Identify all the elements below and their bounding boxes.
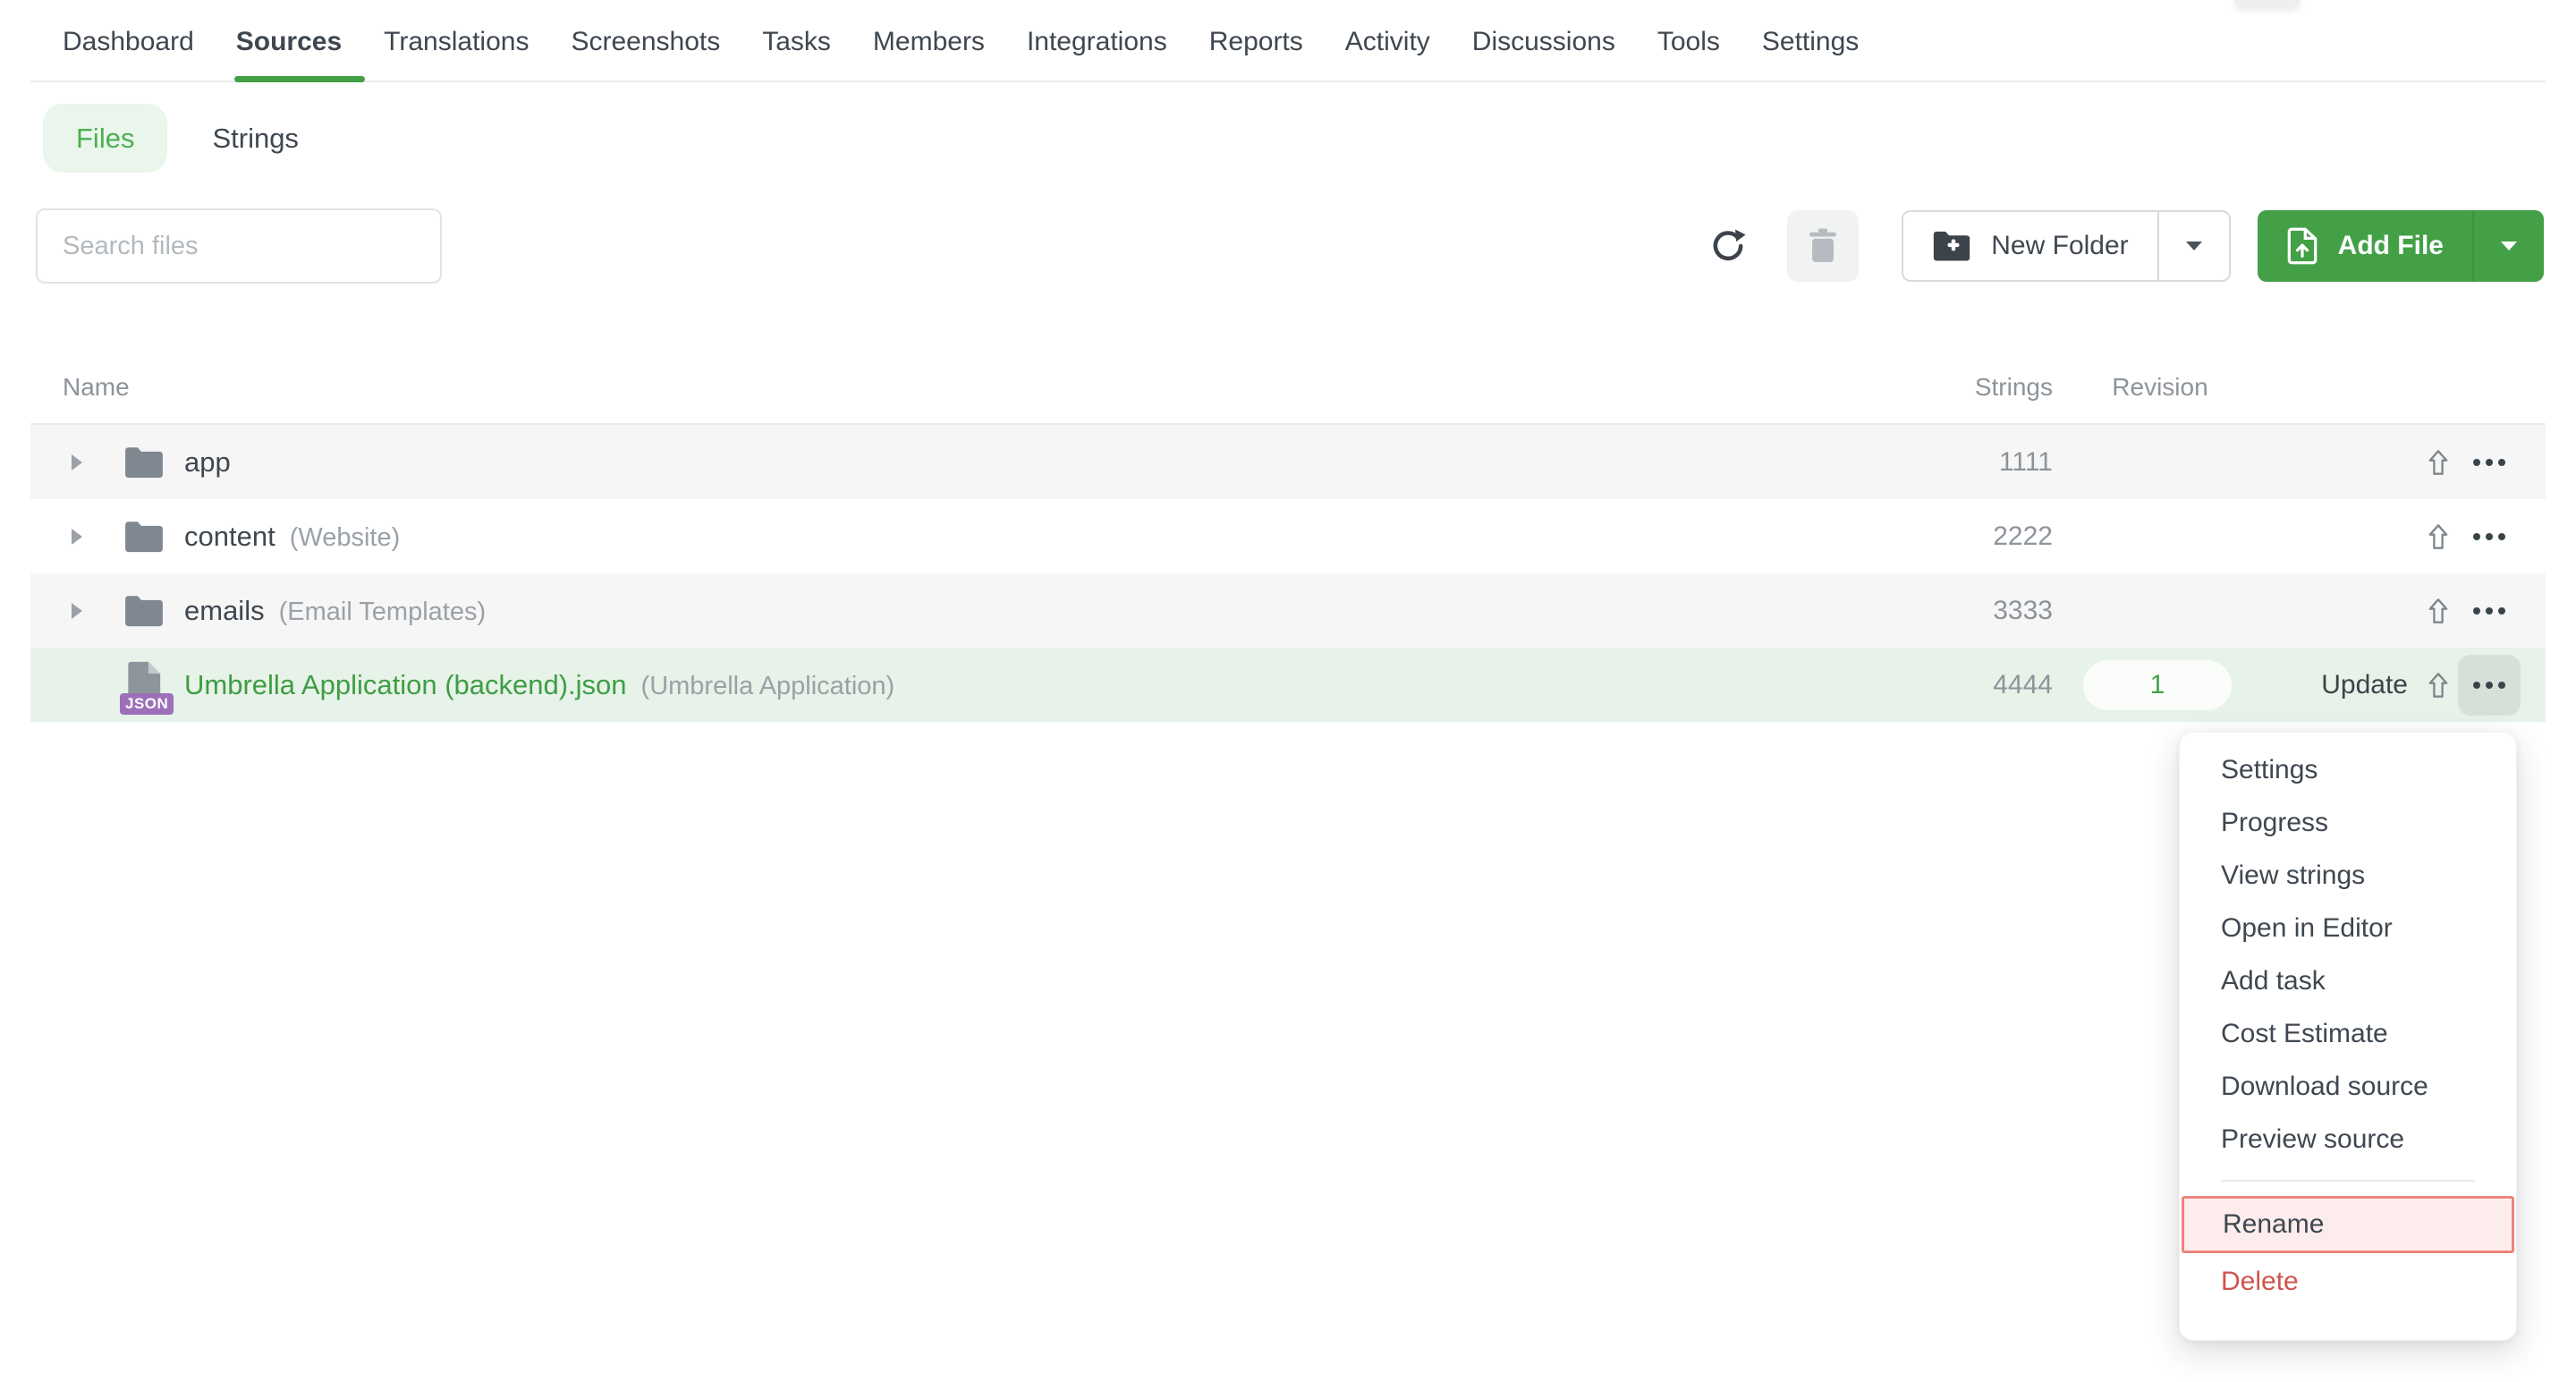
nav-screenshots[interactable]: Screenshots <box>571 27 720 81</box>
dot <box>2498 682 2505 689</box>
folder-icon <box>123 445 165 479</box>
nav-activity[interactable]: Activity <box>1345 27 1430 81</box>
files-table: Name Strings Revision app 1111 <box>30 373 2546 722</box>
table-row-emails[interactable]: emails (Email Templates) 3333 <box>30 573 2546 648</box>
menu-item-download-source[interactable]: Download source <box>2180 1060 2516 1113</box>
nav-reports[interactable]: Reports <box>1209 27 1303 81</box>
delete-selected-button[interactable] <box>1787 210 1859 282</box>
revision-badge[interactable]: 1 <box>2083 660 2232 710</box>
folder-name[interactable]: emails <box>184 595 265 627</box>
toolbar-actions: New Folder Add File <box>1708 210 2544 282</box>
new-folder-button[interactable]: New Folder <box>1903 212 2157 280</box>
folder-icon <box>123 520 165 554</box>
nav-members[interactable]: Members <box>873 27 985 81</box>
dot <box>2486 459 2493 466</box>
nav-integrations[interactable]: Integrations <box>1027 27 1167 81</box>
row-menu-button-active[interactable] <box>2458 655 2521 716</box>
add-file-dropdown-button[interactable] <box>2474 210 2544 282</box>
json-file-icon: JSON <box>125 661 172 709</box>
upload-icon[interactable] <box>2428 598 2449 624</box>
menu-item-progress[interactable]: Progress <box>2180 796 2516 849</box>
dot <box>2473 459 2480 466</box>
new-folder-split-button: New Folder <box>1902 210 2230 282</box>
row-menu-button[interactable] <box>2458 432 2521 493</box>
nav-discussions[interactable]: Discussions <box>1472 27 1615 81</box>
nav-translations[interactable]: Translations <box>384 27 529 81</box>
toolbar: New Folder Add File <box>36 208 2544 284</box>
refresh-button[interactable] <box>1708 226 1748 266</box>
add-file-button[interactable]: Add File <box>2258 210 2472 282</box>
clipped-top-element <box>2234 0 2301 7</box>
new-folder-icon <box>1932 229 1971 263</box>
dot <box>2473 682 2480 689</box>
nav-dashboard[interactable]: Dashboard <box>63 27 194 81</box>
file-note: (Umbrella Application) <box>641 672 895 701</box>
refresh-icon <box>1709 227 1747 265</box>
dot <box>2473 533 2480 540</box>
new-folder-label: New Folder <box>1991 231 2128 261</box>
file-context-menu: Settings Progress View strings Open in E… <box>2179 732 2517 1341</box>
row-menu-button[interactable] <box>2458 581 2521 641</box>
dot <box>2486 682 2493 689</box>
nav-settings[interactable]: Settings <box>1762 27 1859 81</box>
expand-caret-icon[interactable] <box>72 529 82 545</box>
row-menu-button[interactable] <box>2458 506 2521 567</box>
sources-files-page: Dashboard Sources Translations Screensho… <box>0 0 2576 1382</box>
table-row-app[interactable]: app 1111 <box>30 425 2546 499</box>
strings-count: 3333 <box>1993 596 2053 626</box>
menu-divider <box>2221 1180 2475 1182</box>
menu-item-delete[interactable]: Delete <box>2180 1255 2516 1308</box>
table-row-umbrella-json[interactable]: JSON Umbrella Application (backend).json… <box>30 648 2546 722</box>
file-name-link[interactable]: Umbrella Application (backend).json <box>184 669 627 701</box>
expand-caret-icon[interactable] <box>72 454 82 471</box>
update-link[interactable]: Update <box>2321 670 2408 700</box>
new-folder-dropdown-button[interactable] <box>2159 212 2229 280</box>
menu-item-preview-source[interactable]: Preview source <box>2180 1113 2516 1166</box>
add-file-label: Add File <box>2338 231 2444 261</box>
add-file-split-button: Add File <box>2258 210 2544 282</box>
folder-note: (Website) <box>290 523 401 553</box>
nav-sources[interactable]: Sources <box>236 27 342 81</box>
dot <box>2486 533 2493 540</box>
menu-item-settings[interactable]: Settings <box>2180 743 2516 796</box>
folder-name[interactable]: app <box>184 446 231 479</box>
table-row-content[interactable]: content (Website) 2222 <box>30 499 2546 573</box>
upload-icon[interactable] <box>2428 449 2449 476</box>
folder-note: (Email Templates) <box>279 598 487 627</box>
nav-tasks[interactable]: Tasks <box>762 27 831 81</box>
tab-strings[interactable]: Strings <box>212 123 298 155</box>
upload-icon[interactable] <box>2428 523 2449 550</box>
view-tabs: Files Strings <box>43 104 2576 173</box>
dot <box>2473 607 2480 615</box>
dot <box>2498 459 2505 466</box>
trash-icon <box>1807 228 1839 264</box>
dot <box>2498 533 2505 540</box>
menu-item-cost-estimate[interactable]: Cost Estimate <box>2180 1007 2516 1060</box>
menu-item-add-task[interactable]: Add task <box>2180 954 2516 1007</box>
add-file-icon <box>2286 226 2318 266</box>
folder-name[interactable]: content <box>184 521 275 553</box>
nav-tools[interactable]: Tools <box>1657 27 1720 81</box>
dot <box>2486 607 2493 615</box>
tab-files[interactable]: Files <box>43 104 167 173</box>
json-badge: JSON <box>120 693 174 715</box>
menu-item-rename[interactable]: Rename <box>2182 1196 2514 1253</box>
search-input[interactable] <box>36 208 442 284</box>
column-header-revision: Revision <box>2089 373 2232 402</box>
chevron-down-icon <box>2501 242 2517 250</box>
strings-count: 1111 <box>1999 447 2053 478</box>
strings-count: 4444 <box>1993 670 2053 700</box>
dot <box>2498 607 2505 615</box>
column-header-strings: Strings <box>1975 373 2053 402</box>
table-header: Name Strings Revision <box>30 373 2546 425</box>
folder-icon <box>123 594 165 628</box>
menu-item-view-strings[interactable]: View strings <box>2180 849 2516 902</box>
upload-icon[interactable] <box>2428 672 2449 699</box>
menu-item-open-in-editor[interactable]: Open in Editor <box>2180 902 2516 954</box>
strings-count: 2222 <box>1993 521 2053 552</box>
project-nav: Dashboard Sources Translations Screensho… <box>30 0 2546 82</box>
chevron-down-icon <box>2186 242 2202 250</box>
column-header-name: Name <box>63 373 130 402</box>
expand-caret-icon[interactable] <box>72 603 82 619</box>
